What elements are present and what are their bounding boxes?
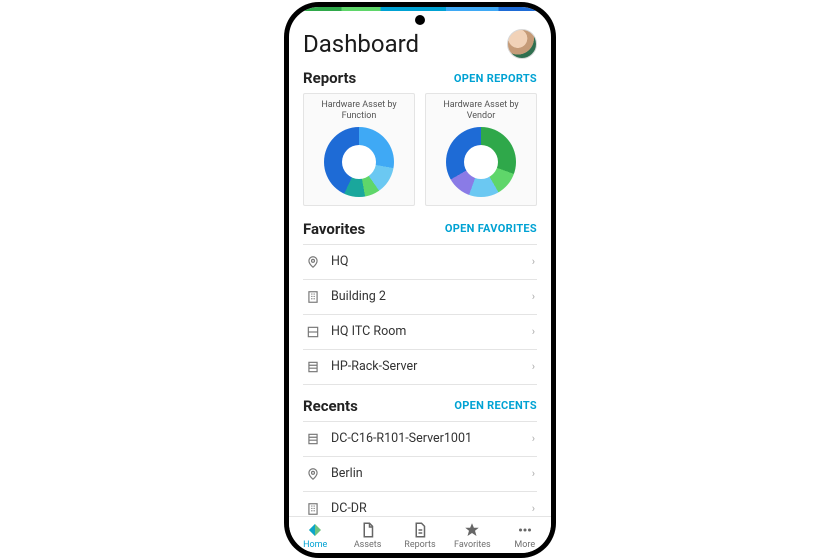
- report-card-function[interactable]: Hardware Asset by Function: [303, 93, 415, 206]
- chevron-right-icon: ›: [532, 325, 535, 338]
- screen: Dashboard Reports OPEN REPORTS Hardware …: [289, 11, 551, 516]
- open-reports-link[interactable]: OPEN REPORTS: [454, 72, 537, 85]
- list-item-label: Berlin: [331, 466, 522, 481]
- page-title: Dashboard: [303, 30, 419, 58]
- tab-assets[interactable]: Assets: [346, 521, 390, 550]
- favorites-section-head: Favorites OPEN FAVORITES: [303, 220, 537, 238]
- rack-icon: [305, 431, 321, 447]
- list-item[interactable]: DC-DR ›: [303, 492, 537, 517]
- phone-side-button-2: [553, 167, 555, 202]
- list-item[interactable]: Building 2 ›: [303, 280, 537, 315]
- list-item-label: Building 2: [331, 289, 522, 304]
- list-item-label: DC-DR: [331, 501, 522, 516]
- reports-title: Reports: [303, 69, 356, 87]
- tab-more[interactable]: More: [503, 521, 547, 550]
- more-icon: [516, 521, 534, 539]
- bottom-tabbar: Home Assets Reports Favorites More: [289, 516, 551, 553]
- building-icon: [305, 501, 321, 517]
- pin-icon: [305, 254, 321, 270]
- tab-label: More: [514, 540, 535, 550]
- open-recents-link[interactable]: OPEN RECENTS: [454, 399, 537, 412]
- report-card-title: Hardware Asset by Vendor: [432, 100, 530, 123]
- recents-section-head: Recents OPEN RECENTS: [303, 397, 537, 415]
- tab-label: Favorites: [454, 540, 491, 550]
- list-item[interactable]: HP-Rack-Server ›: [303, 350, 537, 385]
- donut-chart-icon: [446, 127, 516, 197]
- document-icon: [359, 521, 377, 539]
- phone-side-button: [553, 97, 555, 157]
- tab-reports[interactable]: Reports: [398, 521, 442, 550]
- pin-icon: [305, 466, 321, 482]
- donut-chart-icon: [324, 127, 394, 197]
- tab-label: Assets: [354, 540, 382, 550]
- list-item[interactable]: HQ ›: [303, 245, 537, 280]
- list-item[interactable]: HQ ITC Room ›: [303, 315, 537, 350]
- list-item-label: HQ: [331, 254, 522, 269]
- list-item[interactable]: Berlin ›: [303, 457, 537, 492]
- open-favorites-link[interactable]: OPEN FAVORITES: [445, 222, 537, 235]
- recents-title: Recents: [303, 397, 358, 415]
- report-card-vendor[interactable]: Hardware Asset by Vendor: [425, 93, 537, 206]
- report-card-title: Hardware Asset by Function: [310, 100, 408, 123]
- reports-cards: Hardware Asset by Function Hardware Asse…: [303, 93, 537, 206]
- list-item-label: HQ ITC Room: [331, 324, 522, 339]
- recents-list: DC-C16-R101-Server1001›Berlin›DC-DR›DR-C…: [303, 421, 537, 517]
- list-item[interactable]: DC-C16-R101-Server1001 ›: [303, 422, 537, 457]
- chevron-right-icon: ›: [532, 255, 535, 268]
- chevron-right-icon: ›: [532, 290, 535, 303]
- phone-frame: Dashboard Reports OPEN REPORTS Hardware …: [285, 3, 555, 557]
- header: Dashboard: [303, 29, 537, 59]
- chevron-right-icon: ›: [532, 432, 535, 445]
- reports-section-head: Reports OPEN REPORTS: [303, 69, 537, 87]
- rack-icon: [305, 359, 321, 375]
- favorites-list: HQ›Building 2›HQ ITC Room›HP-Rack-Server…: [303, 244, 537, 385]
- tab-home[interactable]: Home: [293, 521, 337, 550]
- user-avatar[interactable]: [507, 29, 537, 59]
- favorites-title: Favorites: [303, 220, 365, 238]
- tab-favorites[interactable]: Favorites: [450, 521, 494, 550]
- chevron-right-icon: ›: [532, 467, 535, 480]
- chevron-right-icon: ›: [532, 360, 535, 373]
- list-item-label: DC-C16-R101-Server1001: [331, 431, 522, 446]
- tab-label: Reports: [404, 540, 435, 550]
- building-icon: [305, 289, 321, 305]
- report-icon: [411, 521, 429, 539]
- home-icon: [306, 521, 324, 539]
- room-icon: [305, 324, 321, 340]
- list-item-label: HP-Rack-Server: [331, 359, 522, 374]
- tab-label: Home: [303, 540, 327, 550]
- chevron-right-icon: ›: [532, 502, 535, 515]
- star-icon: [463, 521, 481, 539]
